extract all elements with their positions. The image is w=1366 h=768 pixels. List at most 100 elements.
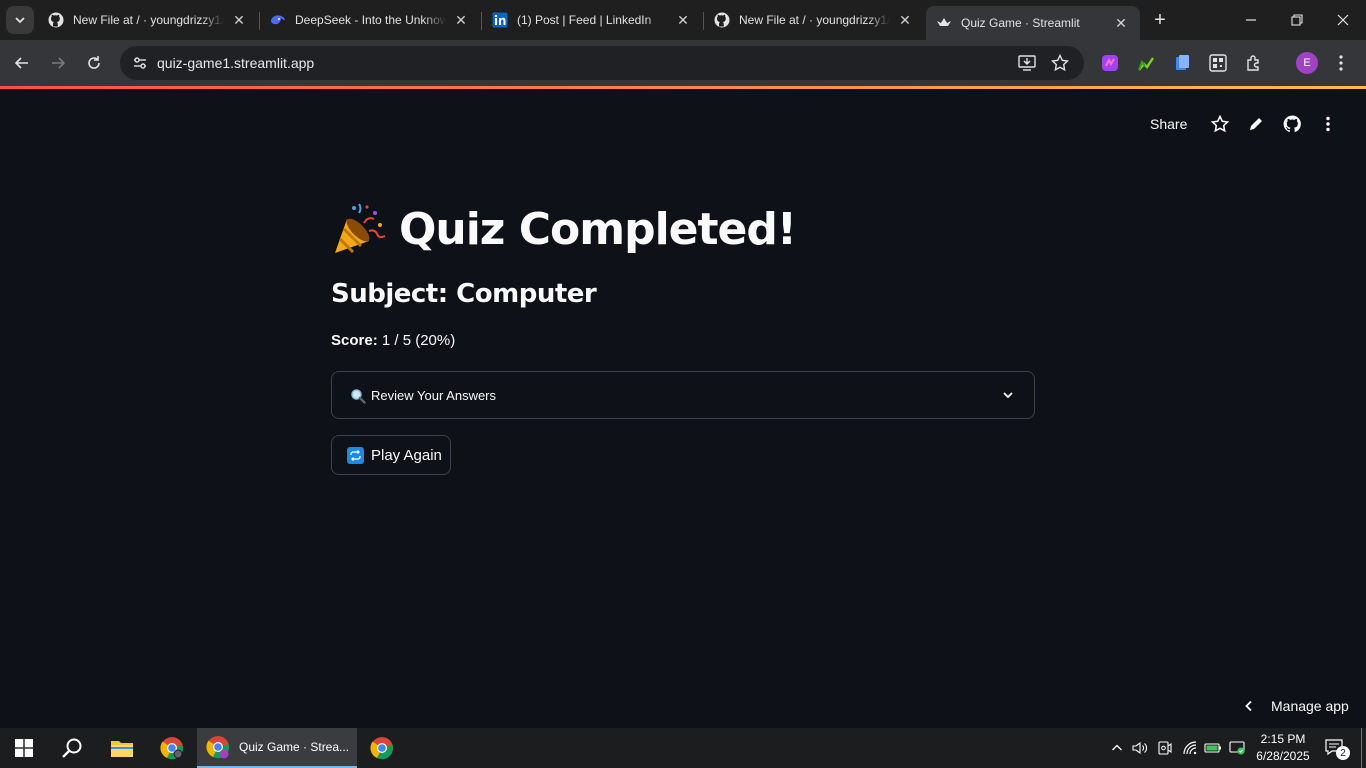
wifi-icon[interactable] (1179, 728, 1201, 768)
expander-label: Review Your Answers (371, 388, 497, 403)
chrome-icon (370, 737, 393, 760)
back-button[interactable] (8, 49, 36, 77)
chevron-down-icon (1000, 386, 1016, 404)
tab-github-1[interactable]: New File at / · youngdrizzy1/ ✕ (38, 4, 258, 36)
show-desktop-button[interactable] (1361, 728, 1362, 768)
magnifier-icon (351, 389, 366, 404)
search-icon (62, 738, 82, 758)
repeat-icon (347, 446, 364, 464)
close-tab-icon[interactable]: ✕ (896, 11, 914, 29)
restore-icon (1291, 14, 1303, 26)
browser-menu-icon[interactable] (1330, 52, 1352, 74)
profile-avatar[interactable]: E (1296, 52, 1318, 74)
start-button[interactable] (0, 728, 48, 768)
close-tab-icon[interactable]: ✕ (674, 11, 692, 29)
camera-icon[interactable] (1154, 728, 1176, 768)
tab-strip: New File at / · youngdrizzy1/ ✕ DeepSeek… (0, 0, 1366, 40)
volume-icon[interactable] (1129, 728, 1151, 768)
forward-button[interactable] (44, 49, 72, 77)
manage-app-label: Manage app (1271, 698, 1349, 714)
play-again-label: Play Again (371, 446, 442, 464)
close-tab-icon[interactable]: ✕ (230, 11, 248, 29)
subject-heading: Subject: Computer (331, 279, 597, 309)
chevron-down-icon (15, 17, 25, 24)
tab-deepseek[interactable]: DeepSeek - Into the Unknown ✕ (260, 4, 480, 36)
network-status-icon[interactable] (1226, 728, 1248, 768)
qr-code-icon[interactable] (1207, 52, 1229, 74)
share-button[interactable]: Share (1150, 113, 1187, 135)
tab-title: DeepSeek - Into the Unknown (295, 13, 446, 27)
linkedin-icon (492, 12, 508, 28)
windows-logo-icon (15, 739, 33, 757)
streamlit-icon (936, 15, 952, 31)
folder-icon (111, 741, 133, 757)
chevron-left-icon (1240, 697, 1258, 715)
chrome-icon (206, 736, 229, 759)
extension-purple-icon[interactable] (1099, 52, 1121, 74)
profile-initial: E (1303, 57, 1311, 69)
file-explorer-button[interactable] (98, 728, 146, 768)
battery-icon[interactable] (1202, 728, 1224, 768)
tab-title: Quiz Game · Streamlit (961, 16, 1080, 30)
clock-time: 2:15 PM (1260, 732, 1306, 746)
deepseek-icon (270, 12, 286, 28)
chrome-taskbar-button-2[interactable] (358, 728, 406, 768)
tab-search-button[interactable] (6, 6, 34, 34)
clock-date: 6/28/2025 (1256, 749, 1310, 763)
github-icon (714, 12, 730, 28)
tab-title: New File at / · youngdrizzy1/ (739, 13, 890, 27)
taskbar-clock[interactable]: 2:15 PM 6/28/2025 (1248, 731, 1318, 765)
close-icon (1337, 14, 1349, 26)
reload-icon (88, 56, 100, 69)
star-icon[interactable] (1209, 113, 1231, 135)
browser-toolbar: quiz-game1.streamlit.app E (0, 40, 1366, 86)
taskbar-window-label: Quiz Game · Strea... (239, 740, 350, 754)
tab-streamlit-active[interactable]: Quiz Game · Streamlit ✕ (926, 6, 1140, 40)
reload-button[interactable] (80, 49, 108, 77)
review-answers-expander[interactable]: Review Your Answers (331, 371, 1035, 419)
party-popper-icon (335, 203, 386, 254)
edit-pencil-icon[interactable] (1245, 113, 1267, 135)
minimize-button[interactable] (1228, 0, 1274, 40)
install-app-icon[interactable] (1017, 53, 1037, 73)
extension-chart-icon[interactable] (1135, 52, 1157, 74)
site-info-icon[interactable] (128, 51, 152, 75)
extensions-puzzle-icon[interactable] (1243, 52, 1265, 74)
url-text[interactable]: quiz-game1.streamlit.app (157, 55, 314, 71)
github-icon (48, 12, 64, 28)
close-tab-icon[interactable]: ✕ (1112, 14, 1130, 32)
restore-button[interactable] (1274, 0, 1320, 40)
close-tab-icon[interactable]: ✕ (452, 11, 470, 29)
chevron-up-icon (1112, 744, 1122, 751)
notification-count-badge: 2 (1336, 746, 1350, 760)
notifications-button[interactable]: 2 (1320, 728, 1350, 768)
tab-title: (1) Post | Feed | LinkedIn (517, 13, 652, 27)
search-button[interactable] (48, 728, 96, 768)
extension-docs-icon[interactable] (1171, 52, 1193, 74)
manage-app-button[interactable]: Manage app (1240, 696, 1349, 716)
play-again-button[interactable]: Play Again (331, 435, 451, 475)
show-hidden-icons-button[interactable] (1106, 728, 1128, 768)
windows-taskbar: Quiz Game · Strea... 2:15 PM 6/28/2025 2 (0, 728, 1366, 768)
bookmark-star-icon[interactable] (1050, 53, 1070, 73)
score-value: 1 / 5 (20%) (377, 332, 456, 349)
close-window-button[interactable] (1320, 0, 1366, 40)
streamlit-app: Share Quiz Completed! Subject: Computer … (0, 89, 1366, 728)
arrow-right-icon (52, 57, 66, 69)
taskbar-active-window[interactable]: Quiz Game · Strea... (197, 728, 357, 768)
tab-github-2[interactable]: New File at / · youngdrizzy1/ ✕ (704, 4, 924, 36)
github-icon[interactable] (1281, 113, 1303, 135)
score-line: Score: 1 / 5 (20%) (331, 332, 455, 349)
tab-linkedin[interactable]: (1) Post | Feed | LinkedIn ✕ (482, 4, 702, 36)
chrome-taskbar-button[interactable] (148, 728, 196, 768)
chrome-icon (160, 737, 183, 760)
address-bar[interactable]: quiz-game1.streamlit.app (120, 46, 1084, 80)
tab-title: New File at / · youngdrizzy1/ (73, 13, 224, 27)
minimize-icon (1246, 19, 1256, 21)
score-label: Score: (331, 332, 378, 349)
new-tab-button[interactable]: + (1148, 8, 1172, 32)
arrow-left-icon (14, 57, 28, 69)
title-text: Quiz Completed! (399, 203, 797, 255)
page-title: Quiz Completed! (331, 201, 797, 257)
app-menu-icon[interactable] (1317, 113, 1339, 135)
